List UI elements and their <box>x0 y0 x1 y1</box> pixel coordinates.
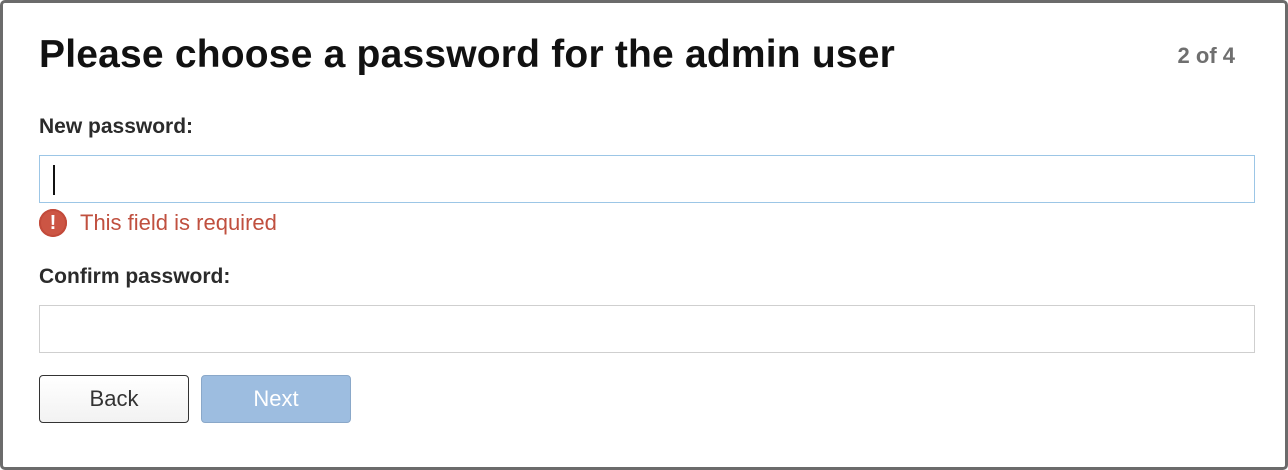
confirm-password-input[interactable] <box>39 305 1255 353</box>
back-button[interactable]: Back <box>39 375 189 423</box>
text-caret <box>53 165 55 195</box>
error-message: This field is required <box>80 210 277 235</box>
confirm-password-label: Confirm password: <box>39 265 231 288</box>
next-button[interactable]: Next <box>201 375 351 423</box>
new-password-input[interactable] <box>39 155 1255 203</box>
step-indicator: 2 of 4 <box>1177 43 1235 68</box>
alert-circle-icon: ! <box>39 209 67 237</box>
new-password-label: New password: <box>39 115 194 138</box>
setup-dialog: Please choose a password for the admin u… <box>0 0 1288 470</box>
validation-error: ! This field is required <box>39 208 277 238</box>
page-title: Please choose a password for the admin u… <box>39 33 896 76</box>
